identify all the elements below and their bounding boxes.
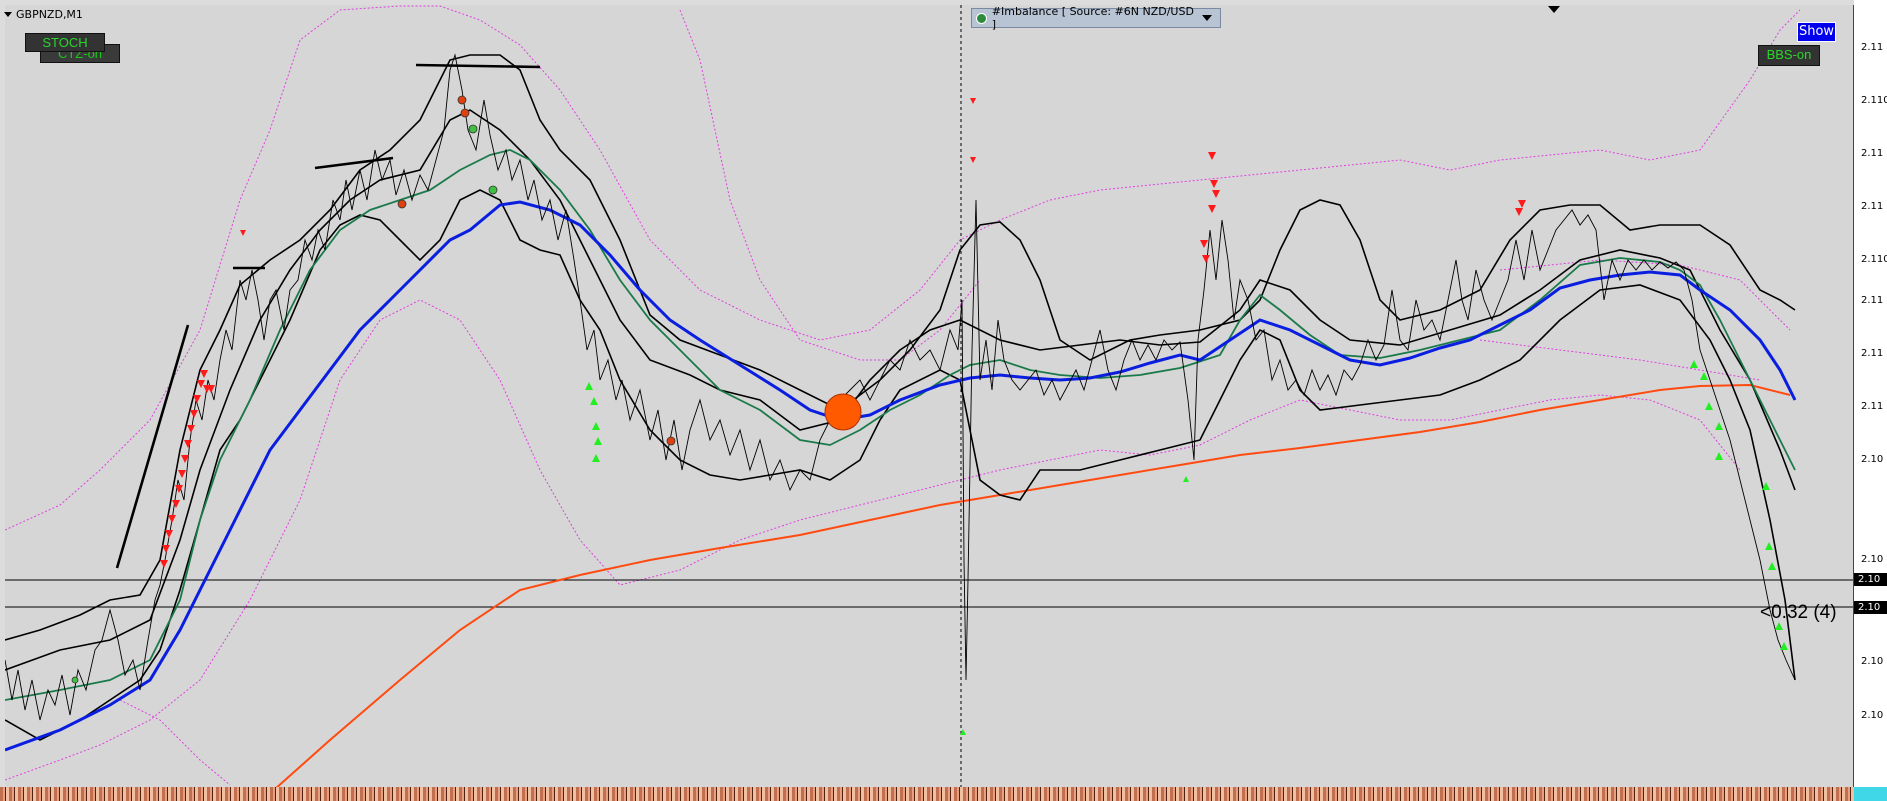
price-tick: 2.10	[1861, 656, 1884, 667]
sell-arrow	[970, 98, 976, 104]
price-tick: 2.11	[1861, 42, 1884, 53]
buy-arrow	[1715, 422, 1723, 430]
ma-fast-green	[5, 149, 1796, 701]
sell-arrows	[160, 98, 1526, 568]
envelope-lower-1	[5, 299, 1741, 781]
bbs-button[interactable]: BBS-on	[1758, 45, 1820, 66]
sell-arrow	[1208, 205, 1216, 213]
price-line	[5, 53, 1796, 721]
sell-arrow	[1515, 208, 1523, 216]
ma-slow-orange	[274, 383, 1791, 789]
envelope-lower-2	[119, 699, 231, 786]
sell-arrow	[197, 380, 205, 388]
sell-arrow	[184, 440, 192, 448]
envelope-bands	[5, 5, 1801, 786]
stoch-button[interactable]: STOCH	[25, 33, 105, 52]
marker-green	[71, 676, 79, 684]
trendline-3	[314, 156, 394, 170]
marker-orange	[460, 108, 470, 118]
sell-arrow	[240, 230, 246, 236]
imbalance-indicator-dropdown[interactable]: #Imbalance [ Source: #6N NZD/USD ]	[971, 5, 1221, 31]
sell-arrow	[160, 560, 168, 568]
sell-arrow	[970, 157, 976, 163]
indicator-status-icon	[976, 12, 987, 24]
ma-blue	[5, 200, 1797, 752]
envelope-upper-2	[679, 9, 981, 361]
buy-arrow	[585, 382, 593, 390]
sell-arrow	[200, 370, 208, 378]
price-tick: 2.11	[1861, 348, 1884, 359]
window-menu-icon[interactable]	[4, 12, 12, 17]
price-tag-lower: 2.10	[1854, 601, 1887, 614]
buy-arrow	[1768, 562, 1776, 570]
price-tick: 2.11	[1861, 401, 1884, 412]
sell-arrow	[1202, 255, 1210, 263]
chart-title: GBPNZD,M1	[4, 8, 83, 21]
sell-arrow	[187, 425, 195, 433]
shift-marker-icon[interactable]	[1548, 6, 1560, 13]
chart-canvas[interactable]	[5, 5, 1853, 789]
sell-arrow	[1200, 240, 1208, 248]
horizontal-levels[interactable]	[5, 579, 1853, 608]
subwindow-axis-marker	[1854, 787, 1887, 801]
sell-arrow	[165, 530, 173, 538]
buy-arrow	[1715, 452, 1723, 460]
price-axis[interactable]: 2.11 2.110 2.11 2.11 2.110 2.11 2.11 2.1…	[1854, 0, 1887, 801]
chevron-down-icon[interactable]	[1202, 15, 1212, 21]
sell-arrow	[172, 500, 180, 508]
price-chart-area[interactable]	[5, 5, 1854, 789]
trendline-1	[115, 324, 190, 569]
symbol-timeframe-label: GBPNZD,M1	[16, 8, 83, 21]
price-tick: 2.11	[1861, 201, 1884, 212]
trendline-4	[415, 63, 541, 69]
position-size-label: <0.32 (4)	[1760, 602, 1837, 623]
imbalance-source-label: #Imbalance [ Source: #6N NZD/USD ]	[991, 5, 1194, 31]
envelope-right-lower	[1479, 339, 1761, 381]
chart-window[interactable]: GBPNZD,M1 CTZ-on STOCH BBS-on Show #Imba…	[0, 0, 1887, 801]
price-tick: 2.10	[1861, 554, 1884, 565]
buy-arrow	[1183, 476, 1189, 482]
trend-lines[interactable]	[115, 63, 541, 569]
marker-orange	[397, 199, 407, 209]
price-tick: 2.11	[1861, 295, 1884, 306]
sell-arrow	[178, 470, 186, 478]
price-tag-upper: 2.10	[1854, 573, 1887, 586]
marker-orange	[457, 95, 467, 105]
buy-arrow	[594, 437, 602, 445]
buy-arrows	[585, 360, 1788, 735]
buy-arrow	[592, 454, 600, 462]
buy-arrow	[1705, 402, 1713, 410]
sell-arrow	[193, 395, 201, 403]
sell-arrow	[1208, 152, 1216, 160]
buy-arrow	[1780, 642, 1788, 650]
show-button[interactable]: Show	[1797, 22, 1836, 42]
price-tick: 2.10	[1861, 454, 1884, 465]
buy-arrow	[1765, 542, 1773, 550]
sell-arrow	[162, 545, 170, 553]
price-tick: 2.110	[1861, 254, 1887, 265]
buy-arrow	[1700, 372, 1708, 380]
subwindow-strip	[0, 787, 1854, 801]
sell-arrow	[168, 515, 176, 523]
signal-dot[interactable]	[824, 393, 862, 431]
price-tick: 2.11	[1861, 148, 1884, 159]
envelope-upper-1	[5, 5, 1801, 531]
marker-orange	[666, 436, 676, 446]
price-tick: 2.10	[1861, 710, 1884, 721]
marker-green	[468, 124, 478, 134]
sell-arrow	[1518, 200, 1526, 208]
sell-arrow	[190, 410, 198, 418]
buy-arrow	[1690, 360, 1698, 368]
buy-arrow	[592, 422, 600, 430]
bb-lower	[5, 189, 1796, 741]
buy-arrow	[590, 397, 598, 405]
sell-arrow	[1212, 190, 1220, 198]
price-tick: 2.110	[1861, 95, 1887, 106]
marker-green	[488, 185, 498, 195]
sell-arrow	[1210, 180, 1218, 188]
